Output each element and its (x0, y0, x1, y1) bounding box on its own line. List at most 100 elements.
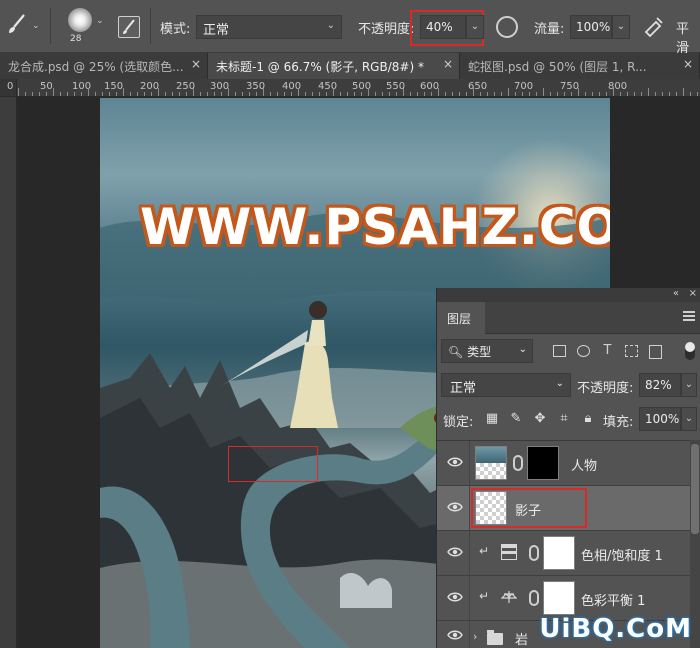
opacity-input[interactable]: 40% (420, 15, 466, 39)
collapse-panel-icon[interactable]: « (673, 288, 679, 299)
ruler-tick (207, 92, 208, 96)
chevron-down-icon: ⌄ (96, 16, 104, 26)
lock-artboard-icon[interactable]: ⌗ (557, 412, 571, 426)
close-icon[interactable]: × (191, 57, 201, 71)
chevron-down-icon: ⌄ (518, 344, 527, 355)
visibility-toggle[interactable] (437, 531, 470, 576)
ruler-tick (613, 88, 614, 96)
layer-mask-thumbnail[interactable] (543, 581, 575, 615)
lock-position-icon[interactable]: ✥ (533, 412, 547, 426)
lock-all-icon[interactable]: 🔒︎ (581, 412, 595, 426)
vertical-ruler[interactable] (0, 97, 17, 648)
ruler-tick (158, 88, 159, 96)
filter-toggle[interactable] (685, 342, 695, 360)
ruler-tick (389, 92, 390, 96)
tab-document-2[interactable]: 未标题-1 @ 66.7% (影子, RGB/8#) * × (208, 53, 460, 79)
link-icon[interactable] (513, 455, 523, 471)
ruler-label: 50 (40, 81, 53, 92)
ruler-tick (74, 92, 75, 96)
brush-tool-preset-picker[interactable]: ⌄ (6, 13, 40, 39)
woman-torso (308, 320, 326, 346)
flow-dropdown-button[interactable]: ⌄ (612, 15, 630, 39)
layer-mask-thumbnail[interactable] (543, 536, 575, 570)
layer-opacity-dropdown-button[interactable]: ⌄ (681, 373, 697, 397)
fill-dropdown-button[interactable]: ⌄ (681, 407, 697, 431)
pressure-opacity-icon[interactable] (496, 16, 518, 38)
ruler-tick (263, 88, 264, 96)
toggle-brush-settings-button[interactable] (118, 16, 140, 38)
ruler-tick (557, 92, 558, 96)
close-icon[interactable]: × (683, 57, 693, 71)
layer-opacity-value: 82% (645, 378, 672, 392)
chevron-right-icon[interactable]: › (473, 630, 477, 643)
filter-adjustment-icon[interactable] (577, 345, 590, 357)
mode-dropdown[interactable]: 正常 ⌄ (196, 15, 342, 39)
lock-image-pixels-icon[interactable]: ✎ (509, 412, 523, 426)
close-icon[interactable]: × (443, 57, 453, 71)
tab-layers[interactable]: 图层 (437, 302, 485, 334)
scrollbar-thumb[interactable] (691, 444, 699, 534)
ruler-tick (550, 92, 551, 96)
ruler-label: 300 (210, 81, 230, 92)
clipping-mask-icon: ↵ (479, 544, 490, 558)
ruler-tick (382, 92, 383, 96)
ruler-tick (298, 88, 299, 96)
chevron-down-icon: ⌄ (470, 21, 480, 32)
visibility-toggle[interactable] (437, 441, 470, 486)
visibility-toggle[interactable] (437, 576, 470, 621)
ruler-tick (186, 92, 187, 96)
ruler-tick (480, 92, 481, 96)
ruler-tick (690, 92, 691, 96)
opacity-dropdown-button[interactable]: ⌄ (466, 15, 484, 39)
filter-type-icon[interactable]: T (601, 344, 614, 357)
visibility-toggle[interactable] (437, 486, 470, 531)
airbrush-glyph (644, 17, 663, 38)
flow-input[interactable]: 100% (570, 15, 612, 39)
ruler-tick (403, 88, 404, 96)
layer-filter-dropdown[interactable]: 🔍︎ 类型 ⌄ (441, 339, 533, 363)
ruler-tick (88, 88, 89, 96)
layer-name: 色彩平衡 1 (581, 594, 646, 609)
shadow-area-highlight (228, 446, 318, 482)
tab-document-1[interactable]: 龙合成.psd @ 25% (选取颜色... × (0, 53, 208, 79)
ruler-tick (270, 92, 271, 96)
panel-menu-icon[interactable] (683, 311, 695, 321)
ruler-tick (95, 92, 96, 96)
flow-value: 100% (576, 20, 611, 34)
filter-kind-value: 类型 (467, 345, 492, 359)
ruler-tick (305, 92, 306, 96)
filter-smart-object-icon[interactable] (649, 345, 662, 359)
horizontal-ruler[interactable]: 0 50 100 150 200 250 300 350 400 450 500… (0, 79, 700, 97)
flow-label: 流量: (534, 22, 565, 37)
blend-mode-dropdown[interactable]: 正常 ⌄ (441, 373, 571, 397)
eye-icon (447, 630, 463, 640)
ruler-tick (333, 88, 334, 96)
link-icon[interactable] (529, 545, 539, 561)
layer-mask-thumbnail[interactable] (527, 446, 559, 480)
lock-transparent-pixels-icon[interactable]: ▦ (485, 412, 499, 426)
layer-name: 岩 (515, 633, 529, 648)
ruler-tick (277, 92, 278, 96)
ruler-tick (669, 92, 670, 96)
chevron-down-icon: ⌄ (616, 21, 626, 32)
separator (150, 8, 151, 44)
filter-shape-icon[interactable] (625, 345, 638, 357)
opacity-label: 不透明度: (358, 22, 415, 37)
ruler-tick (697, 92, 698, 96)
layer-row-hue-saturation[interactable]: ↵ 色相/饱和度 1 (437, 531, 700, 576)
close-panel-icon[interactable]: × (689, 288, 697, 299)
ruler-label: 700 (514, 81, 534, 92)
layer-opacity-input[interactable]: 82% (639, 373, 681, 397)
visibility-toggle[interactable] (437, 621, 470, 648)
link-icon[interactable] (529, 590, 539, 606)
filter-pixel-icon[interactable] (553, 345, 566, 357)
airbrush-icon[interactable] (642, 14, 666, 38)
brush-preset-picker[interactable]: 28 ⌄ (60, 6, 106, 46)
ruler-tick (501, 92, 502, 96)
layer-row-person[interactable]: 人物 (437, 441, 700, 486)
ruler-tick (571, 92, 572, 96)
fill-input[interactable]: 100% (639, 407, 681, 431)
layer-row-shadow[interactable]: 影子 (437, 486, 700, 531)
ruler-label: 650 (468, 81, 488, 92)
tab-document-3[interactable]: 蛇抠图.psd @ 50% (图层 1, R... × (460, 53, 700, 79)
